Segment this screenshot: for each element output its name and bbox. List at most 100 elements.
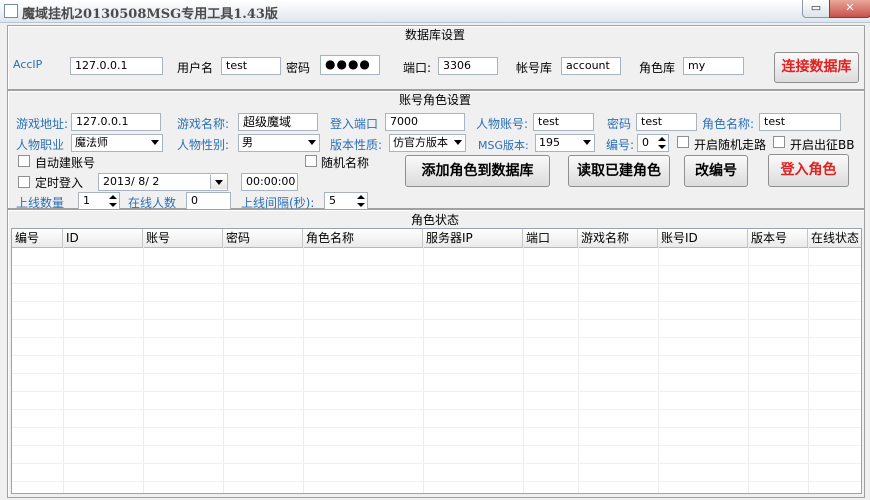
game-address-label: 游戏地址: bbox=[16, 117, 69, 131]
db-password-label: 密码 bbox=[286, 61, 311, 75]
grid-row-line bbox=[12, 337, 861, 338]
game-name-input[interactable]: 超级魔域 bbox=[238, 113, 318, 131]
column-header-id[interactable]: ID bbox=[63, 229, 143, 247]
account-role-title: 账号角色设置 bbox=[398, 93, 471, 107]
random-name-checkbox[interactable] bbox=[305, 155, 317, 167]
interval-stepper[interactable]: 5 bbox=[324, 192, 368, 210]
grid-row-line bbox=[12, 301, 861, 302]
column-header-online-status[interactable]: 在线状态 bbox=[808, 229, 861, 247]
grid-row-line bbox=[12, 373, 861, 374]
login-port-label: 登入端口 bbox=[330, 117, 379, 131]
column-header-server-ip[interactable]: 服务器IP bbox=[423, 229, 523, 247]
chevron-down-icon bbox=[308, 140, 316, 145]
version-type-select[interactable]: 仿官方版本 bbox=[389, 134, 466, 152]
spin-up-icon[interactable] bbox=[108, 194, 118, 201]
column-header-game-name[interactable]: 游戏名称 bbox=[578, 229, 658, 247]
time-input[interactable]: 00:00:00 bbox=[241, 173, 298, 191]
profession-label: 人物职业 bbox=[16, 138, 65, 152]
column-header-number[interactable]: 编号 bbox=[12, 229, 63, 247]
chevron-down-icon bbox=[583, 140, 591, 145]
connect-database-button[interactable]: 连接数据库 bbox=[774, 52, 859, 83]
spin-up-icon[interactable] bbox=[657, 136, 667, 143]
profession-select[interactable]: 魔法师 bbox=[71, 134, 163, 152]
gender-label: 人物性别: bbox=[177, 138, 230, 152]
change-number-button[interactable]: 改编号 bbox=[684, 155, 748, 187]
db-password-input[interactable]: ●●●● bbox=[320, 55, 380, 75]
date-picker[interactable]: 2013/ 8/ 2 bbox=[98, 173, 228, 191]
account-db-label: 帐号库 bbox=[516, 61, 553, 75]
chevron-down-icon bbox=[454, 140, 462, 145]
profession-value: 魔法师 bbox=[75, 136, 108, 149]
online-count-stepper[interactable]: 1 bbox=[78, 192, 120, 210]
spin-down-icon[interactable] bbox=[356, 202, 366, 209]
expedition-bb-label: 开启出征BB bbox=[790, 138, 855, 152]
login-role-button[interactable]: 登入角色 bbox=[768, 154, 849, 187]
table-header: 编号 ID 账号 密码 角色名称 服务器IP 端口 游戏名称 账号ID 版本号 … bbox=[12, 229, 861, 248]
online-count-value: 1 bbox=[83, 194, 90, 207]
role-status-table[interactable]: 编号 ID 账号 密码 角色名称 服务器IP 端口 游戏名称 账号ID 版本号 … bbox=[11, 228, 862, 494]
char-account-input[interactable]: test bbox=[533, 113, 594, 131]
column-header-account-id[interactable]: 账号ID bbox=[658, 229, 748, 247]
timed-login-label: 定时登入 bbox=[35, 176, 84, 190]
number-stepper[interactable]: 0 bbox=[637, 134, 669, 152]
grid-row-line bbox=[12, 355, 861, 356]
timed-login-checkbox[interactable] bbox=[18, 176, 30, 188]
auto-account-checkbox[interactable] bbox=[18, 155, 30, 167]
spin-up-icon[interactable] bbox=[356, 194, 366, 201]
number-label: 编号: bbox=[606, 138, 635, 152]
db-settings-title: 数据库设置 bbox=[404, 28, 465, 42]
db-user-input[interactable]: test bbox=[221, 57, 281, 75]
db-port-input[interactable]: 3306 bbox=[438, 57, 498, 75]
column-header-password[interactable]: 密码 bbox=[223, 229, 303, 247]
column-header-role-name[interactable]: 角色名称 bbox=[303, 229, 423, 247]
msg-version-value: 195 bbox=[539, 136, 560, 149]
grid-row-line bbox=[12, 409, 861, 410]
online-people-input[interactable]: 0 bbox=[186, 192, 231, 210]
spin-down-icon[interactable] bbox=[108, 202, 118, 209]
account-db-input[interactable]: account bbox=[561, 57, 621, 75]
role-db-label: 角色库 bbox=[639, 61, 676, 75]
grid-row-line bbox=[12, 265, 861, 266]
game-address-input[interactable]: 127.0.0.1 bbox=[71, 113, 161, 131]
add-role-to-db-button[interactable]: 添加角色到数据库 bbox=[405, 155, 550, 187]
gender-select[interactable]: 男 bbox=[238, 134, 320, 152]
interval-value: 5 bbox=[329, 194, 336, 207]
close-button[interactable]: ✕ bbox=[829, 0, 870, 18]
role-db-input[interactable]: my bbox=[683, 57, 744, 75]
chevron-down-icon bbox=[151, 140, 159, 145]
grid-row-line bbox=[12, 319, 861, 320]
gender-value: 男 bbox=[242, 136, 253, 149]
char-password-input[interactable]: test bbox=[636, 113, 697, 131]
read-roles-button[interactable]: 读取已建角色 bbox=[568, 155, 670, 187]
game-name-label: 游戏名称: bbox=[177, 117, 230, 131]
role-name-label: 角色名称: bbox=[702, 117, 755, 131]
grid-row-line bbox=[12, 427, 861, 428]
column-header-version[interactable]: 版本号 bbox=[748, 229, 808, 247]
auto-account-label: 自动建账号 bbox=[35, 156, 96, 170]
column-header-port[interactable]: 端口 bbox=[523, 229, 578, 247]
calendar-dropdown-icon[interactable] bbox=[210, 175, 227, 189]
acc-ip-input[interactable]: 127.0.0.1 bbox=[70, 57, 163, 75]
version-type-value: 仿官方版本 bbox=[393, 136, 448, 149]
number-value: 0 bbox=[642, 136, 649, 149]
msg-version-label: MSG版本: bbox=[478, 139, 529, 152]
spin-down-icon[interactable] bbox=[657, 144, 667, 151]
role-name-input[interactable]: test bbox=[759, 113, 841, 131]
acc-ip-label: AccIP bbox=[13, 58, 43, 71]
random-walk-checkbox[interactable] bbox=[677, 136, 689, 148]
char-password-label: 密码 bbox=[607, 117, 632, 131]
db-port-label: 端口: bbox=[403, 61, 432, 75]
grid-row-line bbox=[12, 283, 861, 284]
column-header-account[interactable]: 账号 bbox=[143, 229, 223, 247]
db-user-label: 用户名 bbox=[177, 61, 214, 75]
date-value: 2013/ 8/ 2 bbox=[103, 175, 160, 188]
role-status-title: 角色状态 bbox=[410, 213, 459, 227]
grid-row-line bbox=[12, 463, 861, 464]
app-icon bbox=[4, 4, 18, 18]
grid-row-line bbox=[12, 481, 861, 482]
grid-row-line bbox=[12, 391, 861, 392]
expedition-bb-checkbox[interactable] bbox=[773, 136, 785, 148]
minimize-button[interactable]: ▭ bbox=[802, 0, 830, 18]
msg-version-select[interactable]: 195 bbox=[535, 134, 595, 152]
login-port-input[interactable]: 7000 bbox=[385, 113, 465, 131]
